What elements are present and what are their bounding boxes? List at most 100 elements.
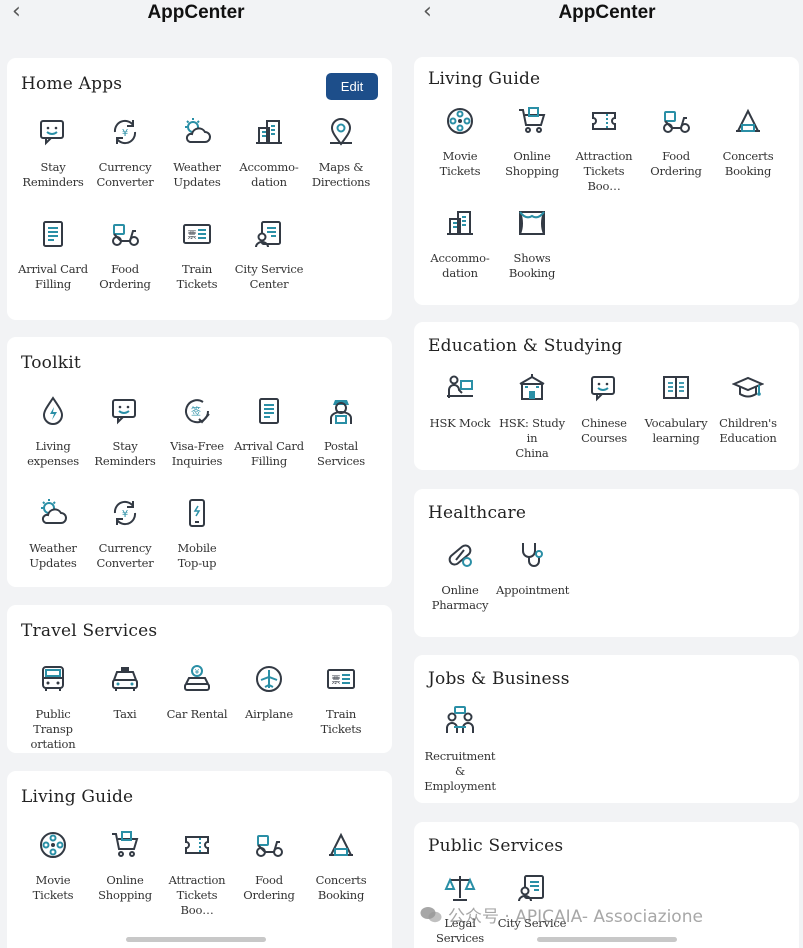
app-item[interactable]: Stay Reminders: [17, 116, 89, 190]
scooter-icon: [253, 829, 285, 861]
app-item[interactable]: Public Transp ortation: [17, 663, 89, 752]
app-item[interactable]: Shows Booking: [496, 207, 568, 281]
ticket-icon: [588, 105, 620, 137]
building-icon: [253, 116, 285, 148]
section-title: Living Guide: [21, 787, 134, 807]
app-label: Appointment: [496, 583, 570, 597]
app-item[interactable]: ¥ Car Rental: [161, 663, 233, 722]
app-label: Online Shopping: [505, 149, 559, 178]
weather-icon: [181, 116, 213, 148]
app-item[interactable]: Online Shopping: [496, 105, 568, 179]
app-item[interactable]: Food Ordering: [233, 829, 305, 903]
app-label: Currency Converter: [96, 160, 154, 189]
app-item[interactable]: HSK: Study in China: [496, 372, 568, 461]
app-item[interactable]: Online Pharmacy: [424, 539, 496, 613]
app-item[interactable]: ¥ Currency Converter: [89, 116, 161, 190]
app-item[interactable]: Attraction Tickets Boo…: [161, 829, 233, 918]
app-label: Visa-Free Inquiries: [170, 439, 224, 468]
app-item[interactable]: Maps & Directions: [305, 116, 377, 190]
app-item[interactable]: Appointment: [496, 539, 570, 598]
app-label: Postal Services: [317, 439, 365, 468]
app-item[interactable]: 票 Train Tickets: [305, 663, 377, 737]
svg-text:¥: ¥: [122, 128, 128, 139]
ticket-icon: [181, 829, 213, 861]
app-label: Currency Converter: [96, 541, 154, 570]
app-item[interactable]: Accommo- dation: [424, 207, 496, 281]
bus-icon: [37, 663, 69, 695]
app-label: Accommo- dation: [430, 251, 490, 280]
app-label: Weather Updates: [173, 160, 221, 189]
scooter-icon: [109, 218, 141, 250]
app-label: Airplane: [245, 707, 293, 721]
mobile-phone-icon: [181, 497, 213, 529]
shopping-cart-icon: [516, 105, 548, 137]
app-label: Attraction Tickets Boo…: [168, 873, 226, 917]
app-item[interactable]: Vocabulary learning: [640, 372, 712, 446]
shopping-cart-icon: [109, 829, 141, 861]
app-item[interactable]: Airplane: [233, 663, 305, 722]
app-label: Concerts Booking: [722, 149, 774, 178]
home-indicator[interactable]: [537, 937, 677, 942]
app-label: Children's Education: [719, 416, 777, 445]
app-label: Stay Reminders: [94, 439, 156, 468]
app-label: Vocabulary learning: [644, 416, 708, 445]
app-item[interactable]: Weather Updates: [161, 116, 233, 190]
stage-curtain-icon: [516, 207, 548, 239]
app-item[interactable]: Postal Services: [305, 395, 377, 469]
student-desk-icon: [444, 372, 476, 404]
app-label: City Service Center: [234, 262, 304, 291]
weather-icon: [37, 497, 69, 529]
app-label: HSK Mock: [429, 416, 491, 430]
edit-button[interactable]: Edit: [326, 73, 378, 100]
app-item[interactable]: Children's Education: [712, 372, 784, 446]
app-label: HSK: Study in China: [499, 416, 565, 460]
app-label: Movie Tickets: [439, 149, 481, 178]
living-guide-card: Living Guide Movie Tickets Online Shoppin…: [7, 771, 392, 948]
living-guide-card: Living Guide Movie Tickets Online Shoppin…: [414, 57, 799, 305]
app-label: Taxi: [113, 707, 137, 721]
app-item[interactable]: City Service Center: [233, 218, 305, 292]
app-item[interactable]: Chinese Courses: [568, 372, 640, 446]
app-item[interactable]: Attraction Tickets Boo…: [568, 105, 640, 194]
top-bar: ‹ AppCenter: [0, 0, 392, 36]
app-item[interactable]: Accommo- dation: [233, 116, 305, 190]
app-item[interactable]: Mobile Top-up: [161, 497, 233, 571]
app-item[interactable]: Arrival Card Filling: [17, 218, 89, 292]
document-icon: [253, 395, 285, 427]
app-item[interactable]: Movie Tickets: [17, 829, 89, 903]
app-item[interactable]: Movie Tickets: [424, 105, 496, 179]
app-item[interactable]: Stay Reminders: [89, 395, 161, 469]
app-item[interactable]: Taxi: [89, 663, 161, 722]
svg-text:¥: ¥: [195, 668, 200, 676]
travel-services-card: Travel Services Public Transp ortation Ta…: [7, 605, 392, 753]
healthcare-card: Healthcare Online Pharmacy Appointment: [414, 489, 799, 637]
home-indicator[interactable]: [126, 937, 266, 942]
page-title: AppCenter: [558, 2, 656, 23]
app-item[interactable]: Concerts Booking: [712, 105, 784, 179]
app-label: Weather Updates: [29, 541, 77, 570]
app-item[interactable]: Food Ordering: [640, 105, 712, 179]
section-title: Healthcare: [428, 503, 527, 523]
app-item[interactable]: Living expenses: [17, 395, 89, 469]
app-item[interactable]: Recruitment & Employment: [424, 705, 496, 794]
app-label: Shows Booking: [508, 251, 556, 280]
pill-icon: [444, 539, 476, 571]
app-label: Arrival Card Filling: [18, 262, 88, 291]
app-item[interactable]: 票 Train Tickets: [161, 218, 233, 292]
app-label: Recruitment & Employment: [424, 749, 496, 793]
app-label: Train Tickets: [176, 262, 218, 291]
app-item[interactable]: ¥ Currency Converter: [89, 497, 161, 571]
section-title: Public Services: [428, 836, 564, 856]
app-item[interactable]: HSK Mock: [424, 372, 496, 431]
app-item[interactable]: Food Ordering: [89, 218, 161, 292]
app-item[interactable]: Online Shopping: [89, 829, 161, 903]
app-item[interactable]: Weather Updates: [17, 497, 89, 571]
app-label: Mobile Top-up: [177, 541, 217, 570]
app-item[interactable]: Concerts Booking: [305, 829, 377, 903]
app-item[interactable]: Arrival Card Filling: [233, 395, 305, 469]
open-book-icon: [660, 372, 692, 404]
app-item[interactable]: 签 Visa-Free Inquiries: [161, 395, 233, 469]
section-title: Travel Services: [21, 621, 158, 641]
scales-icon: [444, 872, 476, 904]
visa-check-icon: 签: [181, 395, 213, 427]
